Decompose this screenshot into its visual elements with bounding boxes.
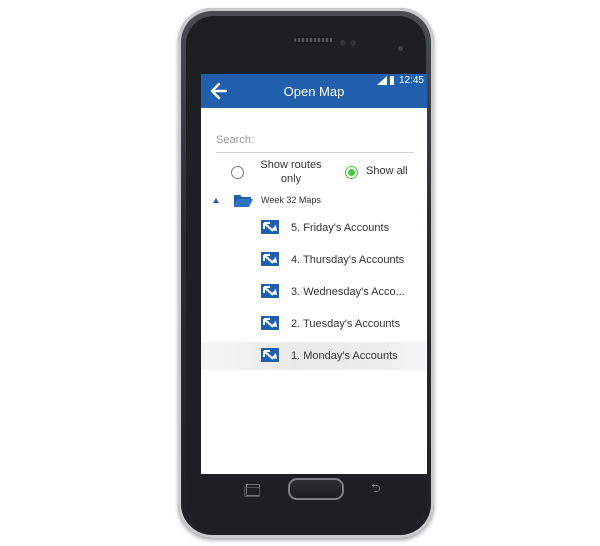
- map-icon: [261, 348, 279, 362]
- light-sensor: [350, 40, 356, 46]
- page-title: Open Map: [283, 84, 345, 99]
- app-bar: Open Map 12:45: [201, 74, 427, 108]
- front-camera: [398, 46, 403, 51]
- back-key-icon[interactable]: ⮌: [371, 482, 387, 494]
- phone-bezel: Open Map 12:45 Search: Show routes only …: [186, 16, 427, 530]
- show-routes-only-label[interactable]: Show routes only: [253, 158, 329, 186]
- folder-label: Week 32 Maps: [261, 195, 321, 205]
- phone-frame: Open Map 12:45 Search: Show routes only …: [178, 8, 434, 538]
- map-item-friday[interactable]: 5. Friday's Accounts: [201, 214, 427, 242]
- map-icon: [261, 220, 279, 234]
- map-item-label: 1. Monday's Accounts: [291, 350, 398, 362]
- show-routes-only-radio[interactable]: [231, 166, 244, 179]
- earpiece-speaker: [294, 38, 334, 42]
- map-item-monday[interactable]: 1. Monday's Accounts: [201, 342, 427, 370]
- app-screen: Open Map 12:45 Search: Show routes only …: [201, 74, 427, 474]
- search-placeholder: Search:: [216, 134, 254, 146]
- show-all-label[interactable]: Show all: [366, 165, 408, 177]
- map-item-label: 2. Tuesday's Accounts: [291, 318, 401, 330]
- map-icon: [261, 252, 279, 266]
- proximity-sensor: [340, 40, 346, 46]
- search-input[interactable]: Search:: [216, 132, 414, 153]
- status-time: 12:45: [398, 75, 424, 86]
- map-icon: [261, 316, 279, 330]
- battery-icon: [390, 76, 394, 85]
- map-item-label: 5. Friday's Accounts: [291, 222, 390, 234]
- home-button[interactable]: [288, 478, 344, 500]
- filter-options: Show routes only Show all: [201, 158, 427, 188]
- map-item-wednesday[interactable]: 3. Wednesday's Acco...: [201, 278, 427, 306]
- map-item-thursday[interactable]: 4. Thursday's Accounts: [201, 246, 427, 274]
- hardware-buttons: ⮌: [194, 458, 418, 522]
- map-item-label: 3. Wednesday's Acco...: [291, 286, 405, 298]
- map-item-label: 4. Thursday's Accounts: [291, 254, 405, 266]
- expand-triangle-icon[interactable]: [213, 198, 219, 203]
- folder-open-icon: [234, 195, 253, 207]
- signal-icon: [377, 76, 387, 85]
- map-icon: [261, 284, 279, 298]
- map-item-tuesday[interactable]: 2. Tuesday's Accounts: [201, 310, 427, 338]
- show-all-radio[interactable]: [345, 166, 358, 179]
- recent-apps-icon[interactable]: [244, 484, 260, 497]
